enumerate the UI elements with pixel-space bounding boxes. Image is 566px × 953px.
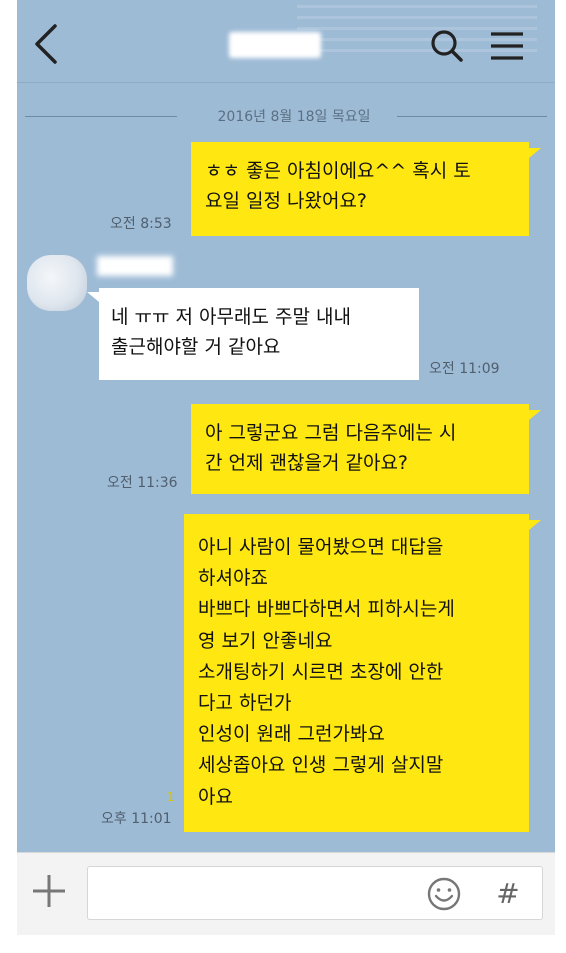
message-line: 출근해야할 거 같아요: [111, 336, 281, 358]
message-line: 간 언제 괜찮을거 같아요?: [205, 452, 409, 474]
message-line: 소개팅하기 시르면 초장에 안한: [198, 660, 444, 683]
message-line: 아니 사람이 물어봤으면 대답을: [198, 536, 444, 558]
other-message-bubble[interactable]: 네 ㅠㅠ 저 아무래도 주말 내내 출근해야할 거 같아요: [99, 288, 419, 380]
chat-screen: 2016년 8월 18일 목요일 오전 8:53 ㅎㅎ 좋은 아침이에요^^ 혹…: [17, 0, 555, 935]
avatar[interactable]: [27, 255, 87, 311]
message-line: 아 그렇군요 그럼 다음주에는 시: [205, 422, 457, 444]
bubble-tail: [87, 292, 99, 302]
search-icon[interactable]: [427, 26, 467, 66]
emoji-icon[interactable]: [425, 875, 463, 913]
message-line: 바쁘다 바쁘다하면서 피하시는게: [198, 598, 455, 621]
message-time: 오전 8:53: [110, 216, 172, 232]
my-message-bubble[interactable]: 아 그렇군요 그럼 다음주에는 시 간 언제 괜찮을거 같아요?: [191, 404, 529, 494]
sender-name: [97, 256, 173, 276]
bubble-tail: [529, 410, 541, 420]
bubble-tail: [529, 520, 541, 530]
message-line: 다고 하던가: [198, 692, 292, 715]
message-time: 오후 11:01: [101, 811, 172, 827]
message-time: 오전 11:09: [429, 361, 500, 377]
message-line: 네 ㅠㅠ 저 아무래도 주말 내내: [111, 306, 351, 328]
chat-header: [17, 0, 555, 83]
message-input[interactable]: [87, 866, 543, 920]
my-message-bubble[interactable]: ㅎㅎ 좋은 아침이에요^^ 혹시 토 요일 일정 나왔어요?: [191, 142, 529, 236]
message-line: 영 보기 안좋네요: [198, 629, 333, 652]
message-time: 오전 11:36: [107, 475, 178, 491]
message-input-bar: #: [17, 852, 555, 935]
message-line: 하셔야죠: [198, 567, 268, 590]
bubble-tail: [529, 148, 541, 158]
message-line: 요일 일정 나왔어요?: [205, 190, 368, 212]
date-divider: 2016년 8월 18일 목요일: [25, 104, 547, 128]
chat-title: [229, 30, 321, 56]
back-icon[interactable]: [29, 22, 65, 66]
message-line: 아요: [198, 785, 233, 808]
message-line: 인성이 원래 그런가봐요: [198, 723, 385, 746]
unread-count: 1: [167, 790, 175, 804]
hash-icon[interactable]: #: [489, 875, 527, 913]
divider-line-right: [397, 116, 547, 117]
plus-icon[interactable]: [29, 871, 69, 911]
message-line: 세상좁아요 인생 그렇게 살지말: [198, 754, 444, 777]
message-line: ㅎㅎ 좋은 아침이에요^^ 혹시 토: [205, 160, 471, 182]
menu-icon[interactable]: [487, 26, 527, 66]
my-message-bubble[interactable]: 아니 사람이 물어봤으면 대답을 하셔야죠 바쁘다 바쁘다하면서 피하시는게 영…: [184, 514, 529, 832]
